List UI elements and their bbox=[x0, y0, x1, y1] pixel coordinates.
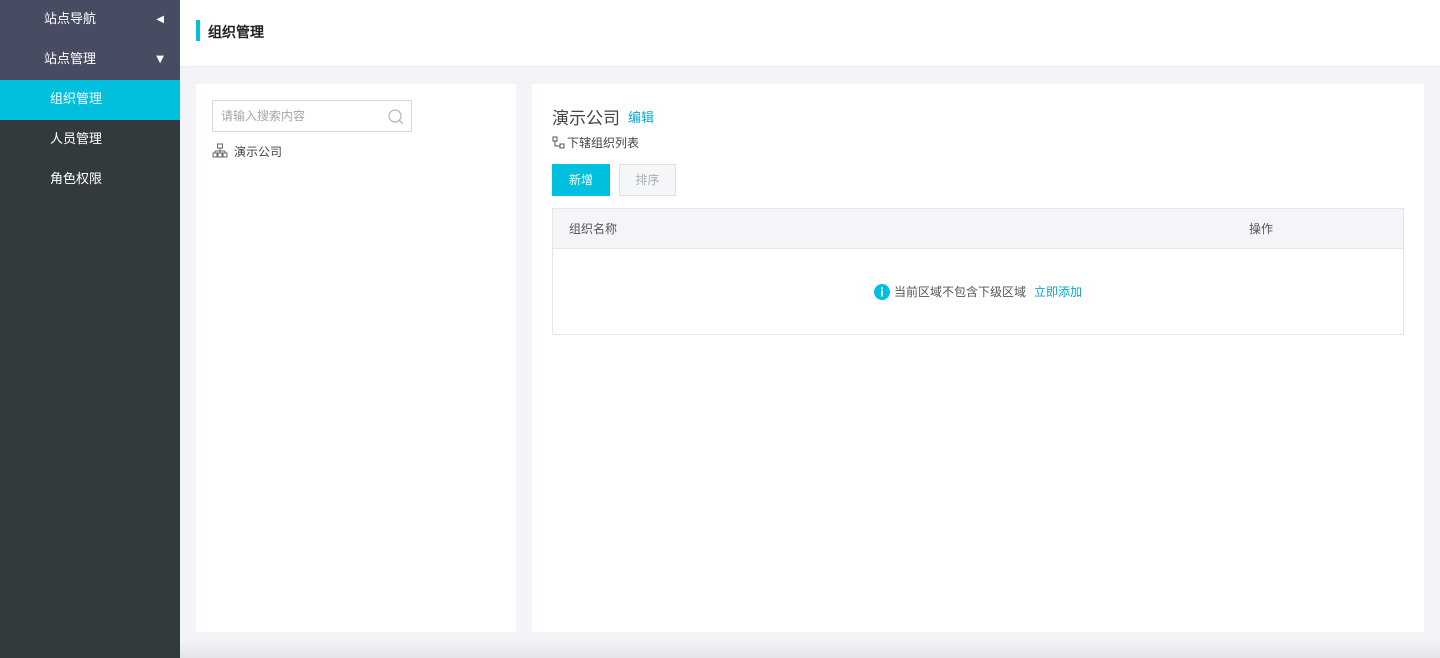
hierarchy-icon bbox=[552, 136, 565, 149]
info-icon bbox=[873, 284, 890, 300]
column-header-operation: 操作 bbox=[1249, 222, 1274, 236]
title-accent-bar bbox=[196, 20, 200, 41]
sub-org-table: 组织名称 操作 当前区域不包含下级区域 立即添加 bbox=[552, 208, 1404, 335]
sidebar-group-label: 站点管理 bbox=[44, 52, 97, 67]
search-box bbox=[212, 100, 412, 132]
sidebar-group-site-manage[interactable]: 站点管理 ▼ bbox=[0, 40, 180, 80]
page-title: 组织管理 bbox=[208, 25, 264, 41]
add-button[interactable]: 新增 bbox=[552, 164, 610, 196]
edit-link[interactable]: 编辑 bbox=[628, 107, 654, 126]
sort-button[interactable]: 排序 bbox=[619, 164, 676, 196]
sidebar-item-org-manage[interactable]: 组织管理 bbox=[0, 80, 180, 120]
sidebar-group-site-nav[interactable]: 站点导航 ◀ bbox=[0, 0, 180, 40]
column-header-org-name: 组织名称 bbox=[569, 222, 618, 236]
caret-left-icon: ◀ bbox=[156, 14, 164, 25]
org-detail-panel: 演示公司 编辑 下辖组织列表 新增 排序 组织名称 操作 当前区域不包含下级区域… bbox=[532, 84, 1424, 632]
bottom-strip bbox=[180, 640, 1440, 658]
sidebar-group-label: 站点导航 bbox=[44, 12, 97, 27]
caret-down-icon: ▼ bbox=[156, 54, 164, 65]
tree-node-label: 演示公司 bbox=[234, 145, 283, 159]
org-name-title: 演示公司 bbox=[552, 109, 620, 129]
empty-state-text: 当前区域不包含下级区域 bbox=[893, 285, 1026, 299]
empty-state: 当前区域不包含下级区域 立即添加 bbox=[553, 250, 1403, 334]
search-icon[interactable] bbox=[387, 108, 405, 126]
org-tree-panel: 演示公司 bbox=[196, 84, 516, 632]
org-chart-icon bbox=[212, 143, 228, 158]
search-input[interactable] bbox=[213, 101, 383, 131]
sidebar-item-role-permission[interactable]: 角色权限 bbox=[0, 160, 180, 200]
sidebar-item-staff-manage[interactable]: 人员管理 bbox=[0, 120, 180, 160]
page-header: 组织管理 bbox=[180, 0, 1440, 67]
add-now-link[interactable]: 立即添加 bbox=[1034, 285, 1082, 299]
tree-node-root[interactable]: 演示公司 bbox=[212, 143, 282, 161]
sub-org-list-label: 下辖组织列表 bbox=[552, 135, 639, 151]
sidebar: 站点导航 ◀ 站点管理 ▼ 组织管理 人员管理 角色权限 bbox=[0, 0, 180, 658]
table-header: 组织名称 操作 bbox=[553, 209, 1403, 249]
sub-org-list-text: 下辖组织列表 bbox=[567, 136, 640, 150]
